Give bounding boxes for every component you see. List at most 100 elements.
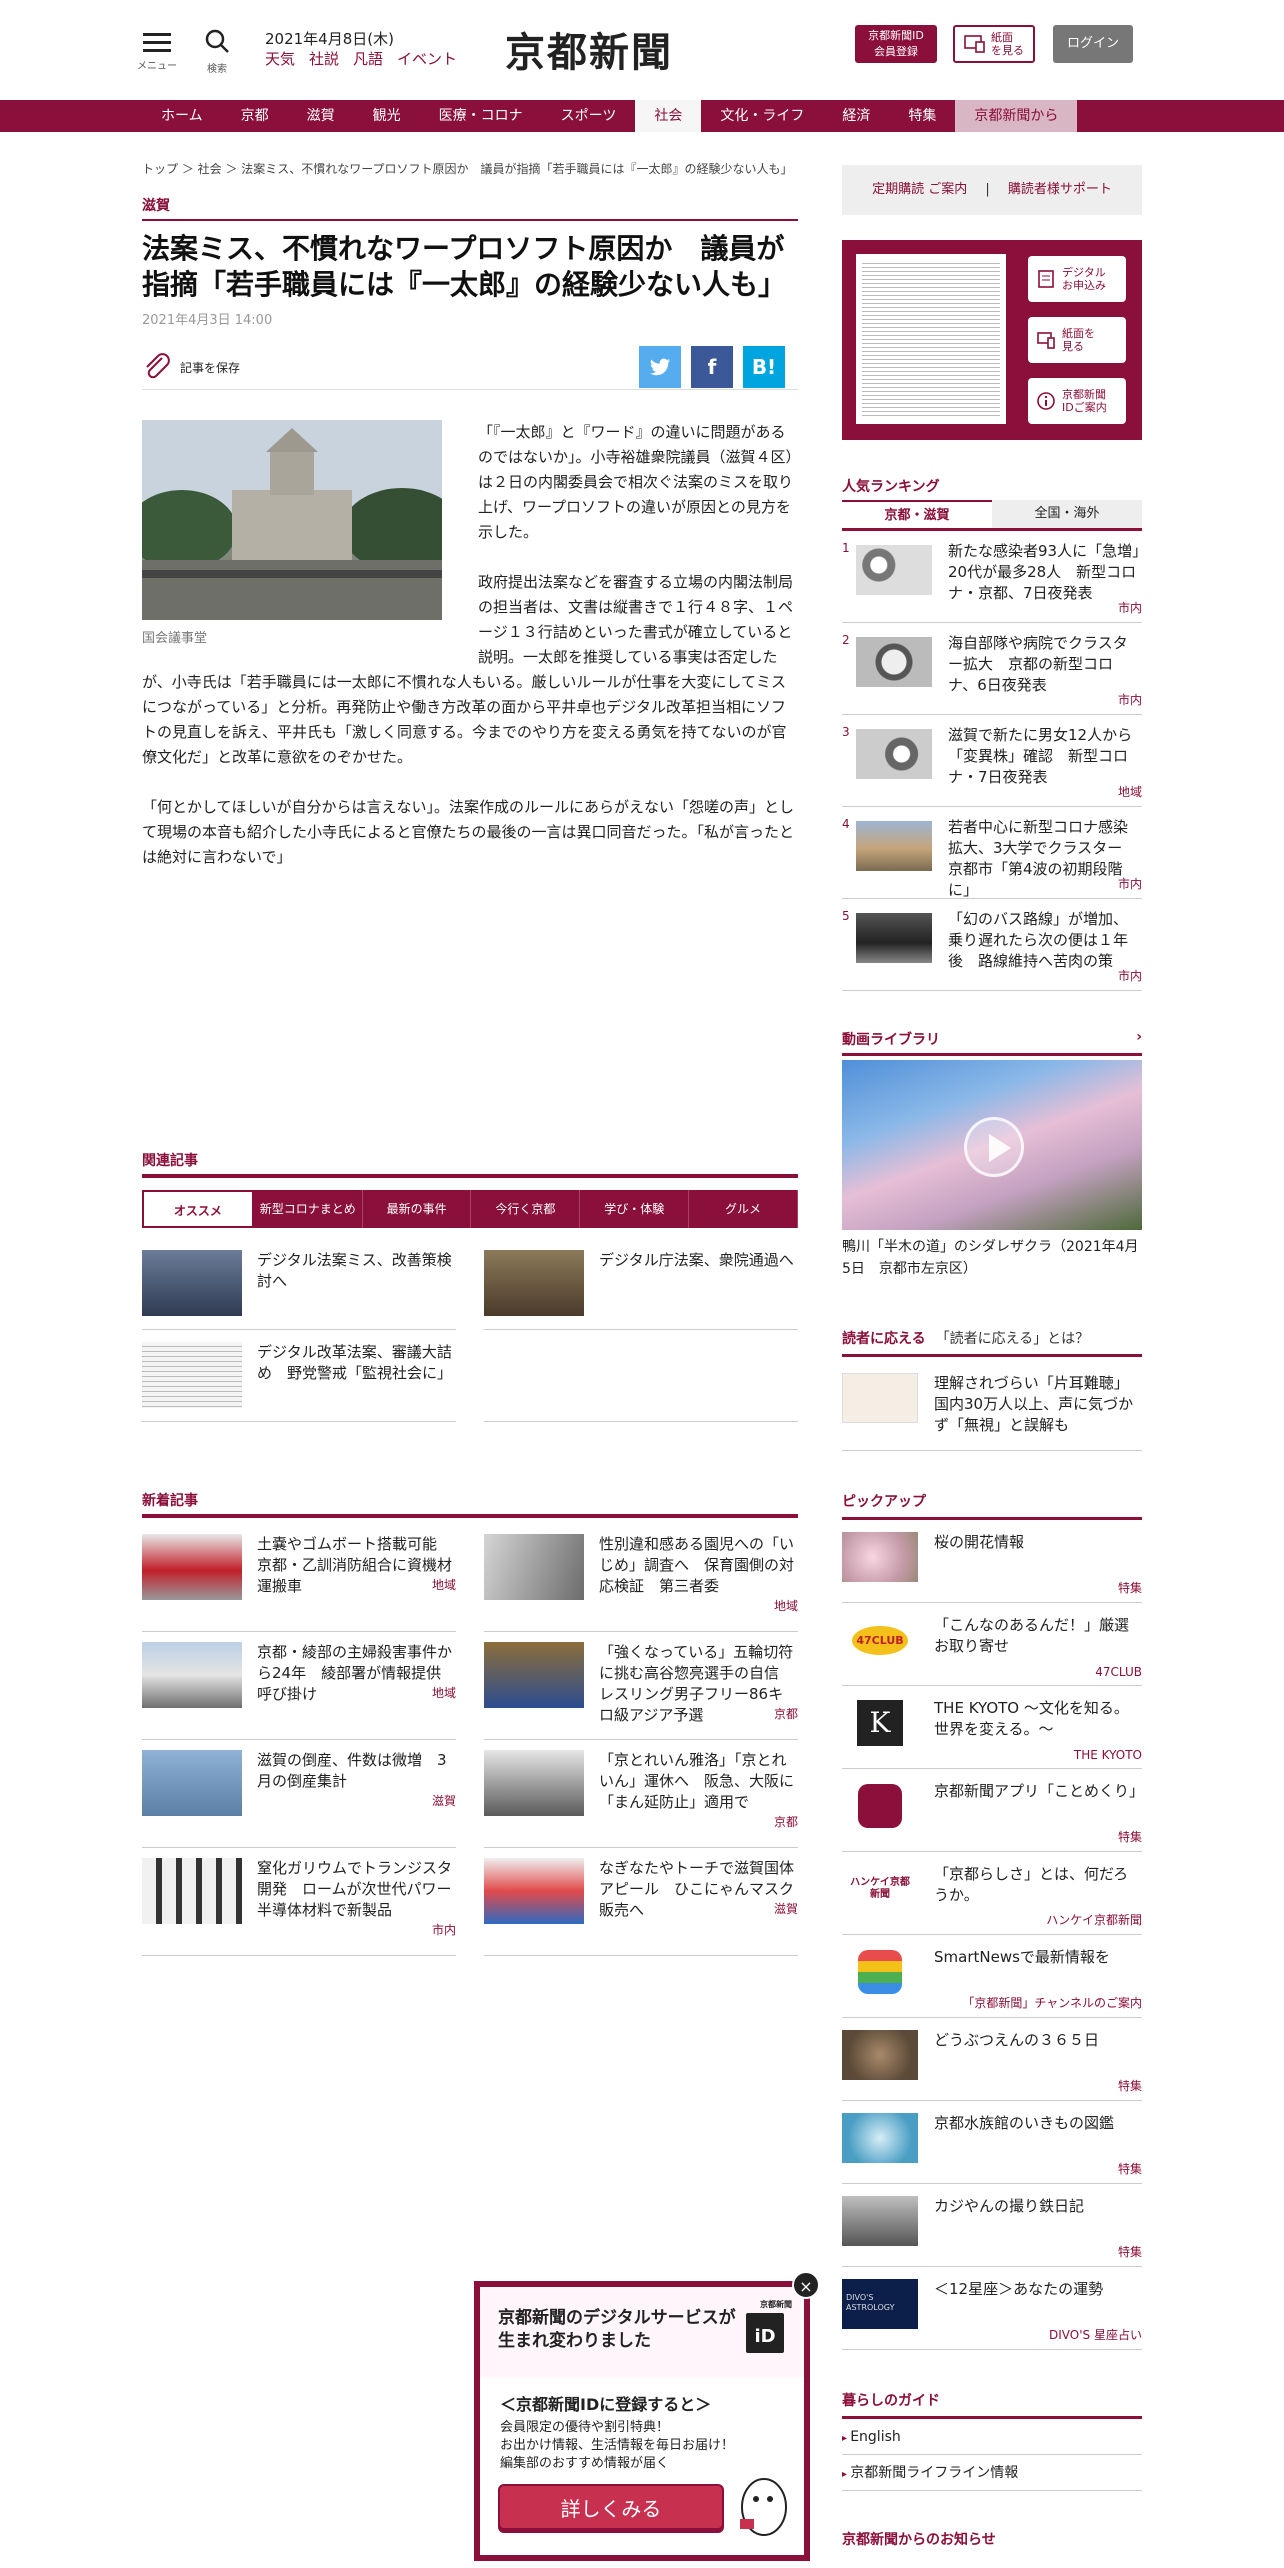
related-thumb — [142, 1250, 242, 1316]
tab-learning[interactable]: 学び・体験 — [580, 1190, 690, 1228]
video-library-heading[interactable]: 動画ライブラリ › — [842, 1029, 1142, 1056]
tab-ranking-national[interactable]: 全国・海外 — [992, 500, 1142, 528]
video-thumbnail[interactable] — [842, 1060, 1142, 1230]
tab-corona-summary[interactable]: 新型コロナまとめ — [254, 1190, 363, 1228]
article-photo[interactable]: 国会議事堂 — [142, 420, 442, 651]
paperclip-icon — [146, 353, 170, 379]
pickup-item[interactable]: カジやんの撮り鉄日記 特集 — [842, 2184, 1142, 2267]
ranking-item[interactable]: 5 「幻のバス路線」が増加、乗り遅れたら次の便は１年後 路線維持へ苦肉の策 市内 — [842, 909, 1142, 991]
guide-lifeline-link[interactable]: 京都新聞ライフライン情報 — [842, 2455, 1142, 2491]
life-guide-heading: 暮らしのガイド — [842, 2390, 1142, 2419]
site-logo[interactable]: 京都新聞 — [505, 20, 673, 78]
share-hatena-button[interactable]: B! — [743, 346, 785, 388]
ranking-item[interactable]: 1 新たな感染者93人に「急増」20代が最多28人 新型コロナ・京都、7日夜発表市… — [842, 541, 1142, 623]
tab-kyoto-now[interactable]: 今行く京都 — [471, 1190, 581, 1228]
pickup-item[interactable]: 京都水族館のいきもの図鑑 特集 — [842, 2101, 1142, 2184]
related-item[interactable]: デジタル庁法案、衆院通過へ — [484, 1250, 798, 1330]
digital-apply-button[interactable]: デジタル お申込み — [1028, 256, 1126, 302]
digital-apply-label: デジタル お申込み — [1062, 266, 1106, 292]
nav-sports[interactable]: スポーツ — [542, 100, 636, 132]
nav-medical-corona[interactable]: 医療・コロナ — [420, 100, 542, 132]
news-item[interactable]: 滋賀の倒産、件数は微増 3月の倒産集計 滋賀 — [142, 1750, 456, 1848]
pickup-tag: ハンケイ京都新聞 — [1046, 1913, 1142, 1927]
view-paper-button[interactable]: 紙面 を見る — [953, 25, 1035, 63]
facebook-icon: f — [707, 355, 717, 379]
news-item[interactable]: 性別違和感ある園児への「いじめ」調査へ 保育園側の対応検証 第三者委 地域 — [484, 1534, 798, 1632]
ranking-title: 若者中心に新型コロナ感染拡大、3大学でクラスター 京都市「第4波の初期段階に」 — [948, 818, 1138, 899]
related-item[interactable]: デジタル改革法案、審議大詰め 野党警戒「監視社会に」 — [142, 1342, 456, 1422]
pickup-item[interactable]: 47CLUB 「こんなのあるんだ！」厳選お取り寄せ 47CLUB — [842, 1603, 1142, 1686]
nav-kyoto[interactable]: 京都 — [222, 100, 288, 132]
register-button[interactable]: 京都新聞ID 会員登録 — [855, 25, 937, 63]
pickup-item[interactable]: SmartNewsで最新情報を 「京都新聞」チャンネルのご案内 — [842, 1935, 1142, 2018]
news-item[interactable]: 京都・綾部の主婦殺害事件から24年 綾部署が情報提供呼び掛け 地域 — [142, 1642, 456, 1740]
id-info-button[interactable]: 京都新聞 IDご案内 — [1028, 378, 1126, 424]
nav-economy[interactable]: 経済 — [823, 100, 889, 132]
ranking-thumb — [856, 545, 932, 595]
id-logo-text: iD — [754, 2326, 776, 2347]
login-button[interactable]: ログイン — [1053, 25, 1133, 63]
reader-item[interactable]: 理解されづらい「片耳難聴」 国内30万人以上、声に気づかず「無視」と誤解も — [842, 1373, 1142, 1451]
nav-tourism[interactable]: 観光 — [354, 100, 420, 132]
news-item[interactable]: 土嚢やゴムボート搭載可能 京都・乙訓消防組合に資機材運搬車 地域 — [142, 1534, 456, 1632]
news-title: 京都・綾部の主婦殺害事件から24年 綾部署が情報提供呼び掛け — [257, 1643, 453, 1703]
pickup-item[interactable]: 京都新聞アプリ「ことめくり」 特集 — [842, 1769, 1144, 1852]
close-button[interactable]: × — [792, 2271, 820, 2299]
nav-home[interactable]: ホーム — [142, 100, 222, 132]
subscription-bar: 定期購読 ご案内 | 購読者様サポート — [842, 165, 1142, 215]
nav-society[interactable]: 社会 — [635, 100, 702, 132]
nav-shiga[interactable]: 滋賀 — [288, 100, 354, 132]
news-item[interactable]: なぎなたやトーチで滋賀国体アピール ひこにゃんマスク販売へ 滋賀 — [484, 1858, 798, 1956]
link-weather[interactable]: 天気 — [265, 50, 295, 68]
pickup-item[interactable]: DIVO'S ASTROLOGY ＜12星座＞あなたの運勢 DIVO'S 星座占い — [842, 2267, 1142, 2350]
menu-button[interactable]: メニュー — [137, 28, 177, 72]
tab-recommended[interactable]: オススメ — [142, 1190, 254, 1228]
reader-support-link[interactable]: 購読者様サポート — [1008, 182, 1112, 197]
news-tag: 地域 — [431, 1686, 456, 1700]
club47-logo: 47CLUB — [852, 1625, 908, 1655]
pickup-item[interactable]: K THE KYOTO ～文化を知る。世界を変える。～ THE KYOTO — [842, 1686, 1142, 1769]
pickup-item[interactable]: ハンケイ京都新聞 「京都らしさ」とは、何だろうか。 ハンケイ京都新聞 — [842, 1852, 1142, 1935]
nav-culture-life[interactable]: 文化・ライフ — [701, 100, 823, 132]
share-facebook-button[interactable]: f — [691, 346, 733, 388]
guide-english-link[interactable]: English — [842, 2419, 1142, 2455]
twitter-icon — [650, 358, 671, 376]
pickup-title: 「こんなのあるんだ！」厳選お取り寄せ — [934, 1616, 1130, 1655]
news-item[interactable]: 「強くなっている」五輪切符に挑む高谷惣亮選手の自信 レスリング男子フリー86キロ… — [484, 1642, 798, 1740]
paper-thumbnail[interactable] — [856, 254, 1006, 424]
related-item[interactable]: デジタル法案ミス、改善策検討へ — [142, 1250, 456, 1330]
benefit-1: 会員限定の優待や割引特典！ — [500, 2420, 670, 2435]
learn-more-button[interactable]: 詳しくみる — [498, 2484, 724, 2530]
tab-ranking-local[interactable]: 京都・滋賀 — [842, 500, 992, 528]
ranking-title: 海自部隊や病院でクラスター拡大 京都の新型コロナ、6日夜発表 — [948, 634, 1128, 694]
news-title: 窒化ガリウムでトランジスタ開発 ロームが次世代パワー半導体材料で新製品 — [257, 1859, 453, 1919]
share-twitter-button[interactable] — [639, 346, 681, 388]
video-caption[interactable]: 鴨川「半木の道」のシダレザクラ（2021年4月5日 京都市左京区） — [842, 1236, 1142, 1280]
link-events[interactable]: イベント — [397, 50, 457, 68]
related-tabs: オススメ 新型コロナまとめ 最新の事件 今行く京都 学び・体験 グルメ — [142, 1190, 798, 1228]
pickup-thumb: K — [842, 1698, 918, 1748]
news-item[interactable]: 「京とれいん雅洛」「京とれいん」運休へ 阪急、大阪に「まん延防止」適用で 京都 — [484, 1750, 798, 1848]
popup-subtitle: ＜京都新聞IDに登録すると＞ — [500, 2395, 712, 2414]
ranking-item[interactable]: 3 滋賀で新たに男女12人から「変異株」確認 新型コロナ・7日夜発表 地域 — [842, 725, 1142, 807]
tab-latest-incidents[interactable]: 最新の事件 — [363, 1190, 472, 1228]
link-editorial[interactable]: 社説 — [309, 50, 339, 68]
pickup-item[interactable]: 桜の開花情報 特集 — [842, 1520, 1142, 1603]
tab-gourmet[interactable]: グルメ — [689, 1190, 798, 1228]
breadcrumb[interactable]: トップ ＞ 社会 ＞ 法案ミス、不慣れなワープロソフト原因か 議員が指摘「若手職… — [142, 160, 798, 177]
reader-about-link[interactable]: 「読者に応える」とは？ — [936, 1331, 1090, 1347]
subscribe-link[interactable]: 定期購読 ご案内 — [872, 182, 967, 197]
ranking-tag: 市内 — [1117, 877, 1142, 891]
view-paper-side-button[interactable]: 紙面を 見る — [1028, 317, 1126, 363]
news-item[interactable]: 窒化ガリウムでトランジスタ開発 ロームが次世代パワー半導体材料で新製品 市内 — [142, 1858, 456, 1956]
ranking-item[interactable]: 4 若者中心に新型コロナ感染拡大、3大学でクラスター 京都市「第4波の初期段階に」… — [842, 817, 1142, 899]
search-button[interactable]: 検索 — [197, 28, 237, 75]
nav-from-kyoto-np[interactable]: 京都新聞から — [955, 100, 1078, 132]
link-bongo[interactable]: 凡語 — [353, 50, 383, 68]
pickup-item[interactable]: どうぶつえんの３６５日 特集 — [842, 2018, 1142, 2101]
save-article-button[interactable]: 記事を保存 — [142, 352, 240, 382]
ranking-item[interactable]: 2 海自部隊や病院でクラスター拡大 京都の新型コロナ、6日夜発表 市内 — [842, 633, 1142, 715]
article-category[interactable]: 滋賀 — [142, 195, 798, 221]
info-icon — [1037, 392, 1055, 410]
nav-features[interactable]: 特集 — [889, 100, 955, 132]
